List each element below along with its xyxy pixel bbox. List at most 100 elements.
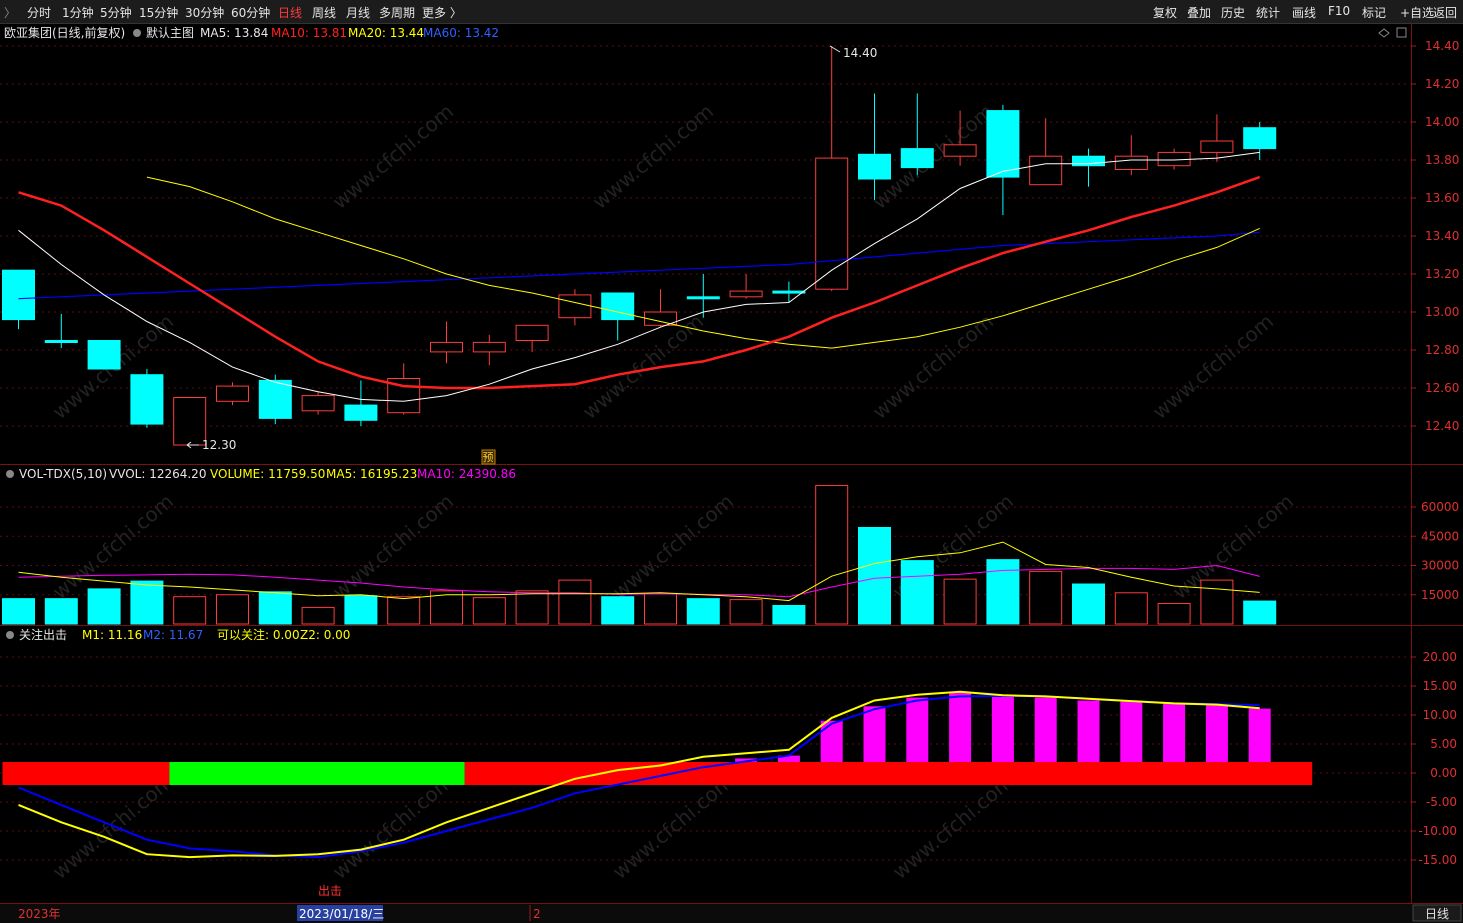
ma60-value: MA60: 13.42 xyxy=(423,26,499,40)
vol-indicator-name: VOL-TDX(5,10) xyxy=(19,467,107,481)
candle-body-20 xyxy=(858,153,891,180)
month-label: 2 xyxy=(533,907,541,921)
watch-value: 可以关注: 0.00 xyxy=(217,627,300,642)
vol-bar-0 xyxy=(2,598,35,625)
candle-body-23 xyxy=(986,110,1020,178)
vol-ma5-value: MA5: 16195.23 xyxy=(326,467,417,481)
ind-bar-23 xyxy=(991,695,1014,762)
vol-bar-7 xyxy=(301,606,335,625)
vol-tick-label-3: 60000 xyxy=(1421,500,1459,514)
vol-bar-16 xyxy=(686,598,720,625)
watermark-5: www.cfchi.com xyxy=(868,309,998,424)
candle-body-17 xyxy=(729,290,763,298)
watermark-8: www.cfchi.com xyxy=(328,489,458,604)
year-label: 2023年 xyxy=(18,907,61,921)
candle-body-21 xyxy=(900,148,934,169)
candle-body-16 xyxy=(686,296,720,300)
ind-bar-20 xyxy=(863,706,886,762)
candle-body-7 xyxy=(301,395,335,412)
candle-body-22 xyxy=(943,144,977,157)
vol-bar-14 xyxy=(601,596,635,625)
candle-body-28 xyxy=(1200,140,1234,153)
candle-body-29 xyxy=(1243,127,1277,150)
vol-toggle-icon xyxy=(6,470,14,478)
candle-body-10 xyxy=(430,341,463,353)
candle-body-5 xyxy=(216,385,249,402)
vol-bar-29 xyxy=(1243,600,1277,625)
candle-body-3 xyxy=(130,374,164,425)
price-tick-label-9: 14.20 xyxy=(1425,77,1459,91)
signal-band-1 xyxy=(169,762,465,785)
vol-tick-label-1: 30000 xyxy=(1421,559,1459,573)
pre-marker-text: 预 xyxy=(483,451,494,464)
vol-ma10-value: MA10: 24390.86 xyxy=(417,467,516,481)
ind-tick-label-2: -5.00 xyxy=(1426,795,1457,809)
ind-indicator-name: 关注出击 xyxy=(19,627,67,642)
volume-value: VOLUME: 11759.50 xyxy=(210,467,325,481)
vol-bar-26 xyxy=(1114,592,1148,625)
vol-bar-23 xyxy=(986,559,1020,625)
vol-bar-4 xyxy=(173,596,207,625)
vol-bar-15 xyxy=(644,593,677,625)
ind-bar-28 xyxy=(1205,705,1228,762)
vol-bar-5 xyxy=(216,594,249,625)
vol-bar-25 xyxy=(1072,583,1105,625)
vol-bar-20 xyxy=(858,526,891,625)
candle-body-18 xyxy=(772,290,806,294)
ind-tick-label-7: 20.00 xyxy=(1423,650,1457,664)
candle-body-13 xyxy=(558,294,592,319)
vol-bar-13 xyxy=(558,579,592,625)
price-tick-label-2: 12.80 xyxy=(1425,343,1459,357)
ind-bar-26 xyxy=(1120,701,1143,762)
vol-bar-24 xyxy=(1029,570,1063,625)
candle-body-6 xyxy=(258,379,292,419)
vol-bar-3 xyxy=(130,580,164,625)
vol-bar-11 xyxy=(472,597,506,625)
stock-chart: 12.40 12.60 12.80 13.00 13.20 13.40 13.60 13.80… xyxy=(0,24,1463,923)
candle-body-0 xyxy=(2,269,35,321)
sell-marker: 出击 xyxy=(318,884,342,898)
candle-body-19 xyxy=(815,157,849,290)
watermark-15: www.cfchi.com xyxy=(888,769,1018,884)
signal-band-0 xyxy=(2,762,170,785)
vol-bar-18 xyxy=(772,604,806,625)
vol-bar-21 xyxy=(900,560,934,625)
candle-body-26 xyxy=(1114,155,1148,170)
vol-bar-17 xyxy=(729,599,763,625)
ind-toggle-icon xyxy=(6,631,14,639)
ma60-line xyxy=(18,231,1260,300)
square-icon xyxy=(1396,27,1407,38)
high-price-label: 14.40 xyxy=(843,46,877,60)
z2-value: Z2: 0.00 xyxy=(300,628,350,642)
candle-body-24 xyxy=(1029,155,1063,186)
vol-bar-28 xyxy=(1200,579,1234,625)
vol-bar-27 xyxy=(1157,603,1191,625)
ind-bar-19 xyxy=(820,720,843,762)
ind-bar-21 xyxy=(906,697,929,762)
candle-body-12 xyxy=(515,324,549,341)
candle-body-11 xyxy=(472,341,506,353)
price-tick-label-4: 13.20 xyxy=(1425,267,1459,281)
ind-tick-label-6: 15.00 xyxy=(1423,679,1457,693)
ind-bar-27 xyxy=(1163,703,1186,762)
signal-band-2 xyxy=(464,762,1313,785)
ind-bar-22 xyxy=(949,691,972,762)
vol-bar-22 xyxy=(943,578,977,625)
candle-body-2 xyxy=(87,340,121,370)
candle-body-4 xyxy=(173,397,207,446)
price-tick-label-7: 13.80 xyxy=(1425,153,1459,167)
price-tick-label-10: 14.40 xyxy=(1425,39,1459,53)
ma10-value: MA10: 13.81 xyxy=(271,26,347,40)
m2-value: M2: 11.67 xyxy=(143,628,203,642)
price-tick-label-0: 12.40 xyxy=(1425,419,1459,433)
ind-bar-25 xyxy=(1077,700,1100,762)
ind-tick-label-4: 5.00 xyxy=(1430,737,1457,751)
ind-tick-label-3: 0.00 xyxy=(1430,766,1457,780)
watermark-6: www.cfchi.com xyxy=(1148,309,1278,424)
vol-bar-1 xyxy=(44,598,78,625)
price-tick-label-6: 13.60 xyxy=(1425,191,1459,205)
ind-tick-label-0: -15.00 xyxy=(1418,853,1457,867)
vol-bar-8 xyxy=(344,595,378,625)
vol-tick-label-0: 15000 xyxy=(1421,588,1459,602)
watermark-2: www.cfchi.com xyxy=(588,99,718,214)
